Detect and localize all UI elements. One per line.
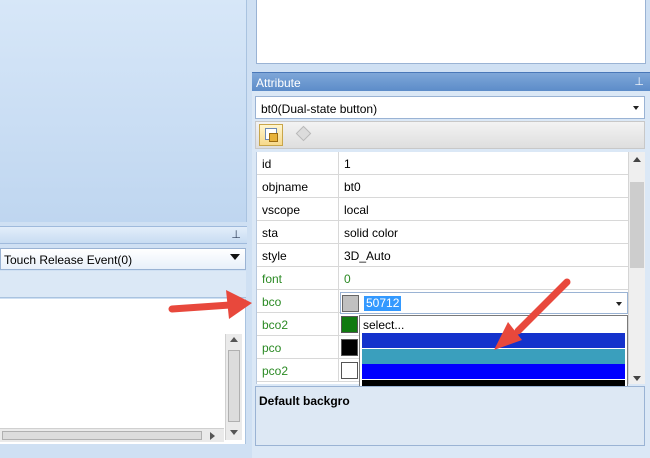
property-description-text: Default backgro: [259, 394, 350, 408]
attribute-toolbar: [255, 121, 645, 149]
chevron-down-icon[interactable]: [633, 106, 639, 110]
scroll-up-icon[interactable]: [230, 337, 238, 342]
property-row-id[interactable]: id 1: [257, 152, 628, 175]
property-name: vscope: [257, 198, 339, 221]
scroll-down-icon[interactable]: [633, 376, 641, 381]
property-value[interactable]: 1: [340, 152, 351, 175]
left-canvas-area: [0, 0, 247, 222]
bco-color-swatch: [342, 295, 359, 312]
upper-right-panel: [256, 0, 646, 64]
color-option-select[interactable]: select...: [360, 316, 627, 333]
event-dropdown-value: Touch Release Event(0): [4, 253, 133, 267]
attribute-panel-header: Attribute ⊥: [252, 72, 650, 91]
event-dropdown[interactable]: Touch Release Event(0): [0, 248, 246, 270]
property-value[interactable]: [340, 359, 344, 382]
event-code-editor[interactable]: [0, 299, 246, 444]
scroll-thumb[interactable]: [2, 431, 202, 440]
property-row-objname[interactable]: objname bt0: [257, 175, 628, 198]
attribute-panel-title: Attribute: [256, 76, 301, 90]
pin-icon[interactable]: ⊥: [634, 75, 644, 88]
property-name: pco: [257, 336, 339, 359]
property-value[interactable]: 3D_Auto: [340, 244, 391, 267]
object-selector-value: bt0(Dual-state button): [261, 102, 378, 116]
property-value[interactable]: [340, 313, 344, 336]
property-name: id: [257, 152, 339, 175]
chevron-down-icon[interactable]: [230, 254, 240, 260]
scroll-down-icon[interactable]: [230, 430, 238, 435]
scroll-right-icon[interactable]: [210, 432, 215, 440]
scroll-up-icon[interactable]: [633, 157, 641, 162]
scroll-thumb[interactable]: [630, 182, 644, 268]
property-name: bco2: [257, 313, 339, 336]
event-panel-header: ⊥: [0, 226, 247, 244]
property-name: style: [257, 244, 339, 267]
bco-value-input[interactable]: 50712: [364, 296, 402, 311]
property-row-font[interactable]: font 0: [257, 267, 628, 290]
code-editor-vertical-scrollbar[interactable]: [225, 334, 242, 440]
property-value[interactable]: bt0: [340, 175, 361, 198]
property-grid-scrollbar[interactable]: [628, 152, 645, 384]
color-option[interactable]: [362, 348, 625, 364]
bco-color-editor[interactable]: 50712: [340, 292, 628, 314]
property-value[interactable]: [340, 336, 344, 359]
property-value[interactable]: solid color: [340, 221, 398, 244]
properties-icon-badge: [269, 133, 278, 142]
property-name: bco: [257, 290, 339, 313]
events-view-icon[interactable]: [295, 125, 312, 142]
event-tab-strip: [0, 271, 246, 298]
property-name: pco2: [257, 359, 339, 382]
properties-view-button[interactable]: [259, 124, 283, 146]
property-value[interactable]: 0: [340, 267, 351, 290]
chevron-down-icon[interactable]: [616, 302, 622, 306]
code-editor-horizontal-scrollbar[interactable]: [0, 428, 224, 442]
property-value[interactable]: local: [340, 198, 369, 221]
pin-icon[interactable]: ⊥: [231, 228, 241, 241]
property-row-vscope[interactable]: vscope local: [257, 198, 628, 221]
color-option[interactable]: [362, 333, 625, 348]
property-name: font: [257, 267, 339, 290]
scroll-thumb[interactable]: [228, 350, 240, 422]
property-row-sta[interactable]: sta solid color: [257, 221, 628, 244]
property-name: objname: [257, 175, 339, 198]
property-description-box: Default backgro: [255, 386, 645, 446]
property-row-style[interactable]: style 3D_Auto: [257, 244, 628, 267]
object-selector[interactable]: bt0(Dual-state button): [255, 96, 645, 119]
property-name: sta: [257, 221, 339, 244]
color-option[interactable]: [362, 364, 625, 380]
